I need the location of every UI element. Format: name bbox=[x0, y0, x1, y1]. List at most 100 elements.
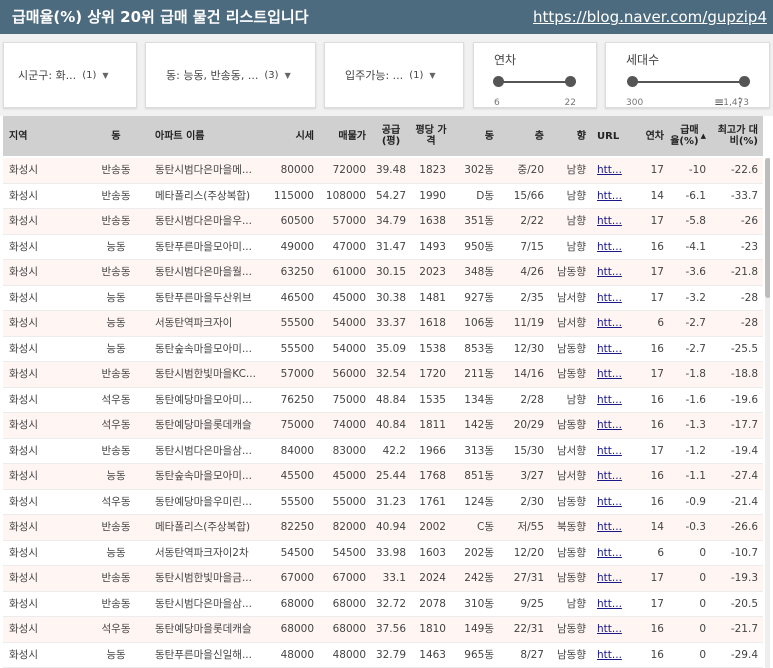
price-cell: 84000 bbox=[280, 444, 314, 457]
year-slider-max-handle[interactable] bbox=[565, 76, 576, 87]
sigungu-filter[interactable]: 시군구: 화... (1) ▼ bbox=[3, 42, 137, 108]
area-cell: 35.09 bbox=[375, 342, 406, 355]
url-link[interactable]: htt... bbox=[591, 592, 633, 617]
price-cell: 60500 bbox=[280, 215, 314, 227]
year-slider[interactable]: 연차 6 22 bbox=[473, 42, 597, 108]
url-link[interactable]: htt... bbox=[591, 388, 633, 413]
url-link[interactable]: htt... bbox=[591, 541, 633, 566]
households-slider-max-handle[interactable] bbox=[739, 76, 750, 87]
table-row[interactable]: 화성시 능동 동탄숲속마을모아미... 55500 54000 35.09 1538 853동… bbox=[3, 336, 763, 362]
dong-filter[interactable]: 동: 능동, 반송동, ... (3) ▼ bbox=[145, 42, 316, 108]
url-link[interactable]: htt... bbox=[591, 413, 633, 438]
ipju-filter-label: 입주가능: ... bbox=[345, 69, 404, 82]
data-table: 지역 동 아파트 이름 시세 매물가 공급 (평) 평당 가격 동 층 향 URL 연차 급매 율(%)… bbox=[3, 116, 770, 668]
url-link[interactable]: htt... bbox=[591, 566, 633, 591]
table-row[interactable]: 화성시 능동 동탄푸른마을두산위브 46500 45000 30.38 1481 927동 2/… bbox=[3, 285, 763, 311]
table-row[interactable]: 화성시 반송동 메타폴리스(주상복합) 82250 82000 40.94 2002 C동 저/… bbox=[3, 515, 763, 541]
url-link[interactable]: htt... bbox=[591, 643, 633, 668]
table-row[interactable]: 화성시 반송동 동탄시범한빛마을금... 67000 67000 33.1 2024 242동… bbox=[3, 566, 763, 592]
listing-price-cell: 67000 bbox=[332, 572, 366, 584]
col-dong[interactable]: 동 bbox=[87, 116, 145, 156]
floor-cell: 14/16 bbox=[513, 368, 544, 380]
apt-name-cell: 동탄시범다은마을삼... bbox=[155, 597, 252, 610]
url-link[interactable]: htt... bbox=[591, 439, 633, 464]
url-link[interactable]: htt... bbox=[591, 311, 633, 336]
listing-price-cell: 54000 bbox=[332, 342, 366, 355]
table-row[interactable]: 화성시 능동 동탄푸른마을신일해... 48000 48000 32.79 1463 965동… bbox=[3, 642, 763, 668]
col-building[interactable]: 동 bbox=[451, 116, 499, 156]
area-cell: 32.54 bbox=[375, 368, 406, 380]
price-per-pyeong-cell: 1823 bbox=[419, 164, 446, 176]
table-row[interactable]: 화성시 반송동 동탄시범한빛마을KC... 57000 56000 32.54 1720 21… bbox=[3, 362, 763, 388]
vs-max-cell: -21.7 bbox=[730, 623, 758, 635]
listing-price-cell: 55000 bbox=[332, 495, 366, 508]
building-cell: 124동 bbox=[464, 495, 494, 508]
floor-cell: 9/25 bbox=[520, 597, 544, 610]
table-row[interactable]: 화성시 반송동 동탄시범다은마을삼... 84000 83000 42.2 1966 313동… bbox=[3, 438, 763, 464]
area-cell: 33.1 bbox=[382, 572, 406, 584]
filter-icon[interactable]: ≡ bbox=[714, 95, 724, 109]
price-per-pyeong-cell: 1603 bbox=[419, 546, 446, 559]
scrollbar-thumb[interactable] bbox=[765, 158, 770, 298]
table-row[interactable]: 화성시 석우동 동탄예당마을롯데캐슬 75000 74000 40.84 1811 142동 2… bbox=[3, 413, 763, 439]
table-row[interactable]: 화성시 반송동 메타폴리스(주상복합) 115000 108000 54.27 1990 D동… bbox=[3, 183, 763, 209]
table-row[interactable]: 화성시 석우동 동탄예당마을모아미... 76250 75000 48.84 1535 134… bbox=[3, 387, 763, 413]
table-row[interactable]: 화성시 능동 동탄숲속마을모아미... 45500 45000 25.44 1768 851동… bbox=[3, 464, 763, 490]
price-cell: 49000 bbox=[280, 240, 314, 253]
floor-cell: 7/15 bbox=[520, 240, 544, 253]
col-url[interactable]: URL bbox=[591, 116, 633, 156]
url-link[interactable]: htt... bbox=[591, 362, 633, 387]
url-link[interactable]: htt... bbox=[591, 184, 633, 209]
table-row[interactable]: 화성시 반송동 동탄시범다은마을메... 80000 72000 39.48 1823 302… bbox=[3, 158, 763, 184]
households-slider-min-handle[interactable] bbox=[627, 76, 638, 87]
more-options-icon[interactable]: ⋮ bbox=[734, 95, 746, 109]
price-cell: 68000 bbox=[280, 597, 314, 610]
age-cell: 16 bbox=[650, 648, 664, 661]
listing-price-cell: 68000 bbox=[332, 623, 366, 635]
url-link[interactable]: htt... bbox=[591, 209, 633, 234]
blog-link[interactable]: https://blog.naver.com/gupzip4 bbox=[533, 8, 767, 26]
table-row[interactable]: 화성시 반송동 동탄시범다은마을월... 63250 61000 30.15 2023 348… bbox=[3, 260, 763, 286]
col-floor[interactable]: 층 bbox=[499, 116, 549, 156]
col-region[interactable]: 지역 bbox=[3, 116, 87, 156]
col-age[interactable]: 연차 bbox=[633, 116, 669, 156]
dong-cell: 반송동 bbox=[101, 266, 131, 278]
table-row[interactable]: 화성시 능동 서동탄역파크자이2차 54500 54500 33.98 1603 202동 12… bbox=[3, 540, 763, 566]
discount-rate-cell: -1.3 bbox=[685, 419, 707, 431]
year-slider-min-handle[interactable] bbox=[493, 76, 504, 87]
table-row[interactable]: 화성시 능동 서동탄역파크자이 55500 54000 33.37 1618 106동 11/1… bbox=[3, 311, 763, 337]
col-listing-price[interactable]: 매물가 bbox=[319, 116, 371, 156]
url-link[interactable]: htt... bbox=[591, 260, 633, 285]
age-cell: 17 bbox=[650, 572, 664, 584]
region-cell: 화성시 bbox=[9, 419, 38, 431]
ipju-filter[interactable]: 입주가능: ... (1) ▼ bbox=[324, 42, 464, 108]
url-link[interactable]: htt... bbox=[591, 515, 633, 540]
col-discount-rate[interactable]: 급매 율(%) ▲ bbox=[669, 116, 711, 156]
dong-cell: 석우동 bbox=[101, 393, 131, 406]
url-link[interactable]: htt... bbox=[591, 158, 633, 183]
url-link[interactable]: htt... bbox=[591, 286, 633, 311]
sort-ascending-icon[interactable]: ▲ bbox=[701, 131, 706, 142]
url-link[interactable]: htt... bbox=[591, 235, 633, 260]
col-price[interactable]: 시세 bbox=[271, 116, 319, 156]
col-apt-name[interactable]: 아파트 이름 bbox=[149, 116, 271, 156]
apt-name-cell: 메타폴리스(주상복합) bbox=[155, 189, 251, 202]
url-link[interactable]: htt... bbox=[591, 617, 633, 642]
vertical-scrollbar[interactable] bbox=[765, 158, 770, 668]
col-direction[interactable]: 향 bbox=[549, 116, 591, 156]
col-vs-max[interactable]: 최고가 대비(%) bbox=[711, 116, 763, 156]
table-row[interactable]: 화성시 석우동 동탄예당마을롯데캐슬 68000 68000 37.56 1810 149동 2… bbox=[3, 617, 763, 643]
url-link[interactable]: htt... bbox=[591, 490, 633, 515]
url-link[interactable]: htt... bbox=[591, 464, 633, 489]
region-cell: 화성시 bbox=[9, 572, 38, 584]
table-row[interactable]: 화성시 능동 동탄푸른마을모아미... 49000 47000 31.47 1493 950동… bbox=[3, 234, 763, 260]
table-row[interactable]: 화성시 반송동 동탄시범다은마을삼... 68000 68000 32.72 2078 310… bbox=[3, 591, 763, 617]
col-price-per-pyeong[interactable]: 평당 가격 bbox=[411, 116, 451, 156]
url-link[interactable]: htt... bbox=[591, 337, 633, 362]
direction-cell: 남향 bbox=[566, 597, 586, 610]
table-row[interactable]: 화성시 석우동 동탄예당마을우미린... 55500 55000 31.23 1761 124… bbox=[3, 489, 763, 515]
col-area[interactable]: 공급 (평) bbox=[371, 116, 411, 156]
price-cell: 82250 bbox=[280, 521, 314, 533]
table-row[interactable]: 화성시 반송동 동탄시범다은마을우... 60500 57000 34.79 1638 351… bbox=[3, 209, 763, 235]
floor-cell: 12/20 bbox=[513, 546, 544, 559]
